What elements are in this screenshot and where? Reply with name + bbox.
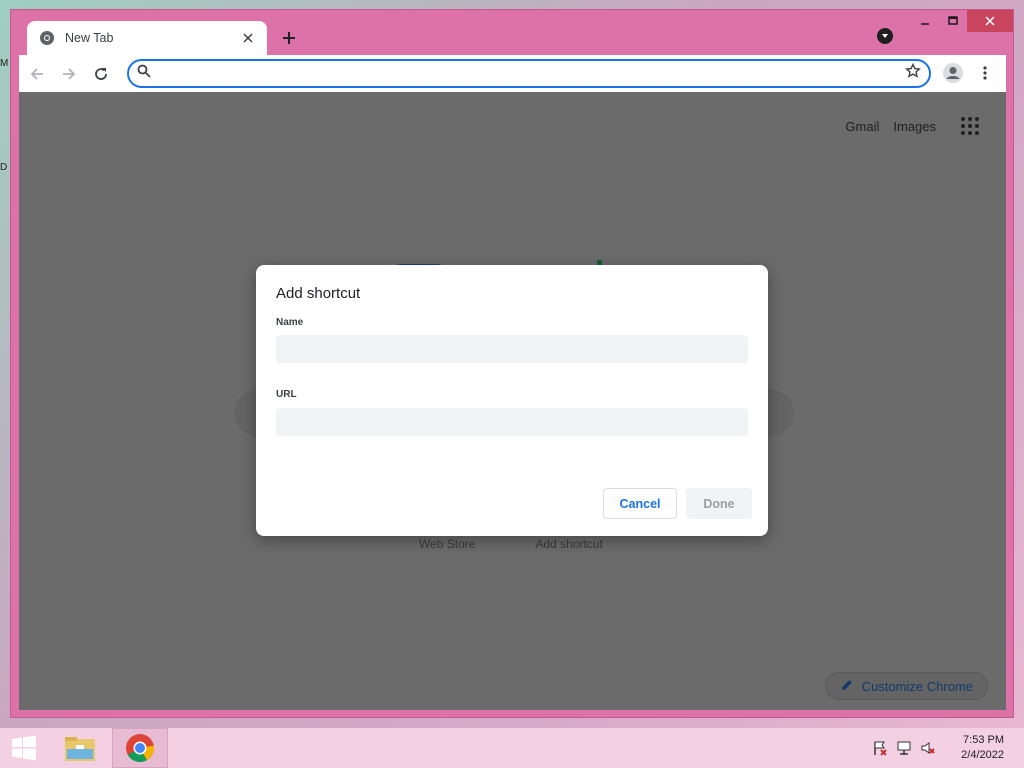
minimize-icon[interactable] (911, 10, 939, 32)
tab-search-icon[interactable] (877, 28, 893, 44)
add-shortcut-dialog: Add shortcut Name URL Cancel Done (256, 265, 768, 536)
clock-time: 7:53 PM (963, 734, 1004, 746)
url-label: URL (276, 389, 297, 400)
taskbar: 7:53 PM 2/4/2022 (0, 728, 1024, 768)
google-apps-icon[interactable] (958, 114, 982, 138)
maximize-icon[interactable] (939, 10, 967, 32)
desktop-icon-edge[interactable]: D (0, 162, 10, 176)
network-icon[interactable] (895, 739, 913, 757)
forward-arrow-icon[interactable] (55, 60, 83, 88)
shortcut-add[interactable]: Add shortcut (535, 537, 602, 551)
reload-icon[interactable] (87, 60, 115, 88)
google-top-links: Gmail Images (845, 114, 982, 138)
menu-kebab-icon[interactable] (971, 59, 999, 87)
address-input[interactable] (159, 66, 905, 81)
desktop-icon-edge[interactable]: M (0, 58, 10, 72)
clock-date: 2/4/2022 (961, 749, 1004, 761)
search-icon (137, 64, 151, 83)
chrome-favicon-icon (39, 30, 55, 46)
window-controls (911, 10, 1013, 32)
customize-chrome-button[interactable]: Customize Chrome (824, 672, 988, 700)
new-tab-plus-icon[interactable] (277, 26, 301, 50)
chrome-taskbar-icon[interactable] (112, 728, 168, 768)
browser-toolbar (19, 55, 1006, 92)
customize-chrome-label: Customize Chrome (861, 678, 973, 694)
gmail-link[interactable]: Gmail (845, 119, 879, 134)
windows-start-icon[interactable] (0, 728, 48, 768)
volume-muted-icon[interactable] (919, 739, 937, 757)
name-label: Name (276, 317, 304, 328)
cancel-button[interactable]: Cancel (603, 488, 677, 519)
profile-avatar-icon[interactable] (939, 59, 967, 87)
back-arrow-icon[interactable] (23, 60, 51, 88)
name-field[interactable] (276, 335, 748, 363)
address-bar[interactable] (127, 59, 931, 88)
title-bar: New Tab (11, 10, 1013, 55)
shortcut-web-store[interactable]: Web Store (419, 537, 475, 551)
taskbar-clock[interactable]: 7:53 PM 2/4/2022 (961, 733, 1004, 763)
tab-new-tab[interactable]: New Tab (27, 21, 267, 55)
bookmark-star-icon[interactable] (905, 62, 921, 84)
tab-title: New Tab (65, 31, 114, 45)
dialog-title: Add shortcut (276, 285, 361, 302)
done-button[interactable]: Done (686, 488, 752, 519)
system-tray: 7:53 PM 2/4/2022 (871, 728, 1004, 768)
shortcut-tiles: Web Store Add shortcut (419, 537, 603, 551)
tab-close-icon[interactable] (239, 29, 257, 47)
images-link[interactable]: Images (893, 119, 936, 134)
url-field[interactable] (276, 408, 748, 436)
pencil-icon (840, 678, 854, 695)
close-window-icon[interactable] (967, 10, 1013, 32)
action-center-flag-icon[interactable] (871, 739, 889, 757)
file-explorer-icon[interactable] (52, 728, 108, 768)
